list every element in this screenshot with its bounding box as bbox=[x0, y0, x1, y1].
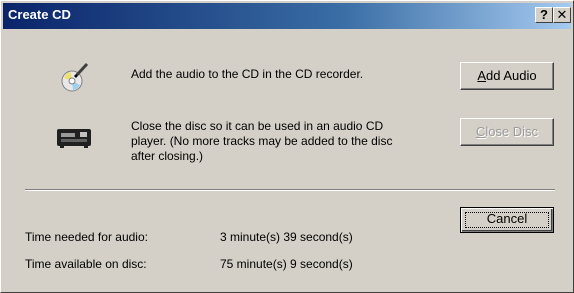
close-button[interactable]: ✕ bbox=[553, 7, 571, 23]
close-disc-button[interactable]: Close Disc bbox=[460, 118, 554, 146]
cd-player-icon bbox=[57, 129, 91, 148]
window-title: Create CD bbox=[8, 7, 71, 22]
add-audio-label: dd Audio bbox=[486, 68, 537, 83]
time-available-value: 75 minute(s) 9 second(s) bbox=[220, 257, 353, 271]
add-audio-button[interactable]: Add Audio bbox=[460, 62, 554, 90]
help-button[interactable]: ? bbox=[535, 7, 553, 23]
cancel-button[interactable]: Cancel bbox=[460, 207, 554, 233]
create-cd-dialog: Create CD ? ✕ Add the audio to the CD in… bbox=[0, 0, 574, 293]
step2-text: Close the disc so it can be used in an a… bbox=[131, 119, 393, 163]
time-available-label: Time available on disc: bbox=[25, 257, 147, 271]
step1-text: Add the audio to the CD in the CD record… bbox=[131, 67, 364, 81]
cd-pen-icon bbox=[61, 62, 89, 92]
close-disc-label: lose Disc bbox=[485, 124, 539, 139]
time-needed-label: Time needed for audio: bbox=[25, 230, 148, 244]
title-bar[interactable]: Create CD ? ✕ bbox=[3, 3, 571, 29]
add-audio-accel: A bbox=[477, 68, 487, 83]
focus-rect bbox=[465, 212, 549, 228]
separator bbox=[25, 189, 555, 191]
time-needed-value: 3 minute(s) 39 second(s) bbox=[220, 230, 353, 244]
close-disc-accel: C bbox=[475, 124, 486, 139]
